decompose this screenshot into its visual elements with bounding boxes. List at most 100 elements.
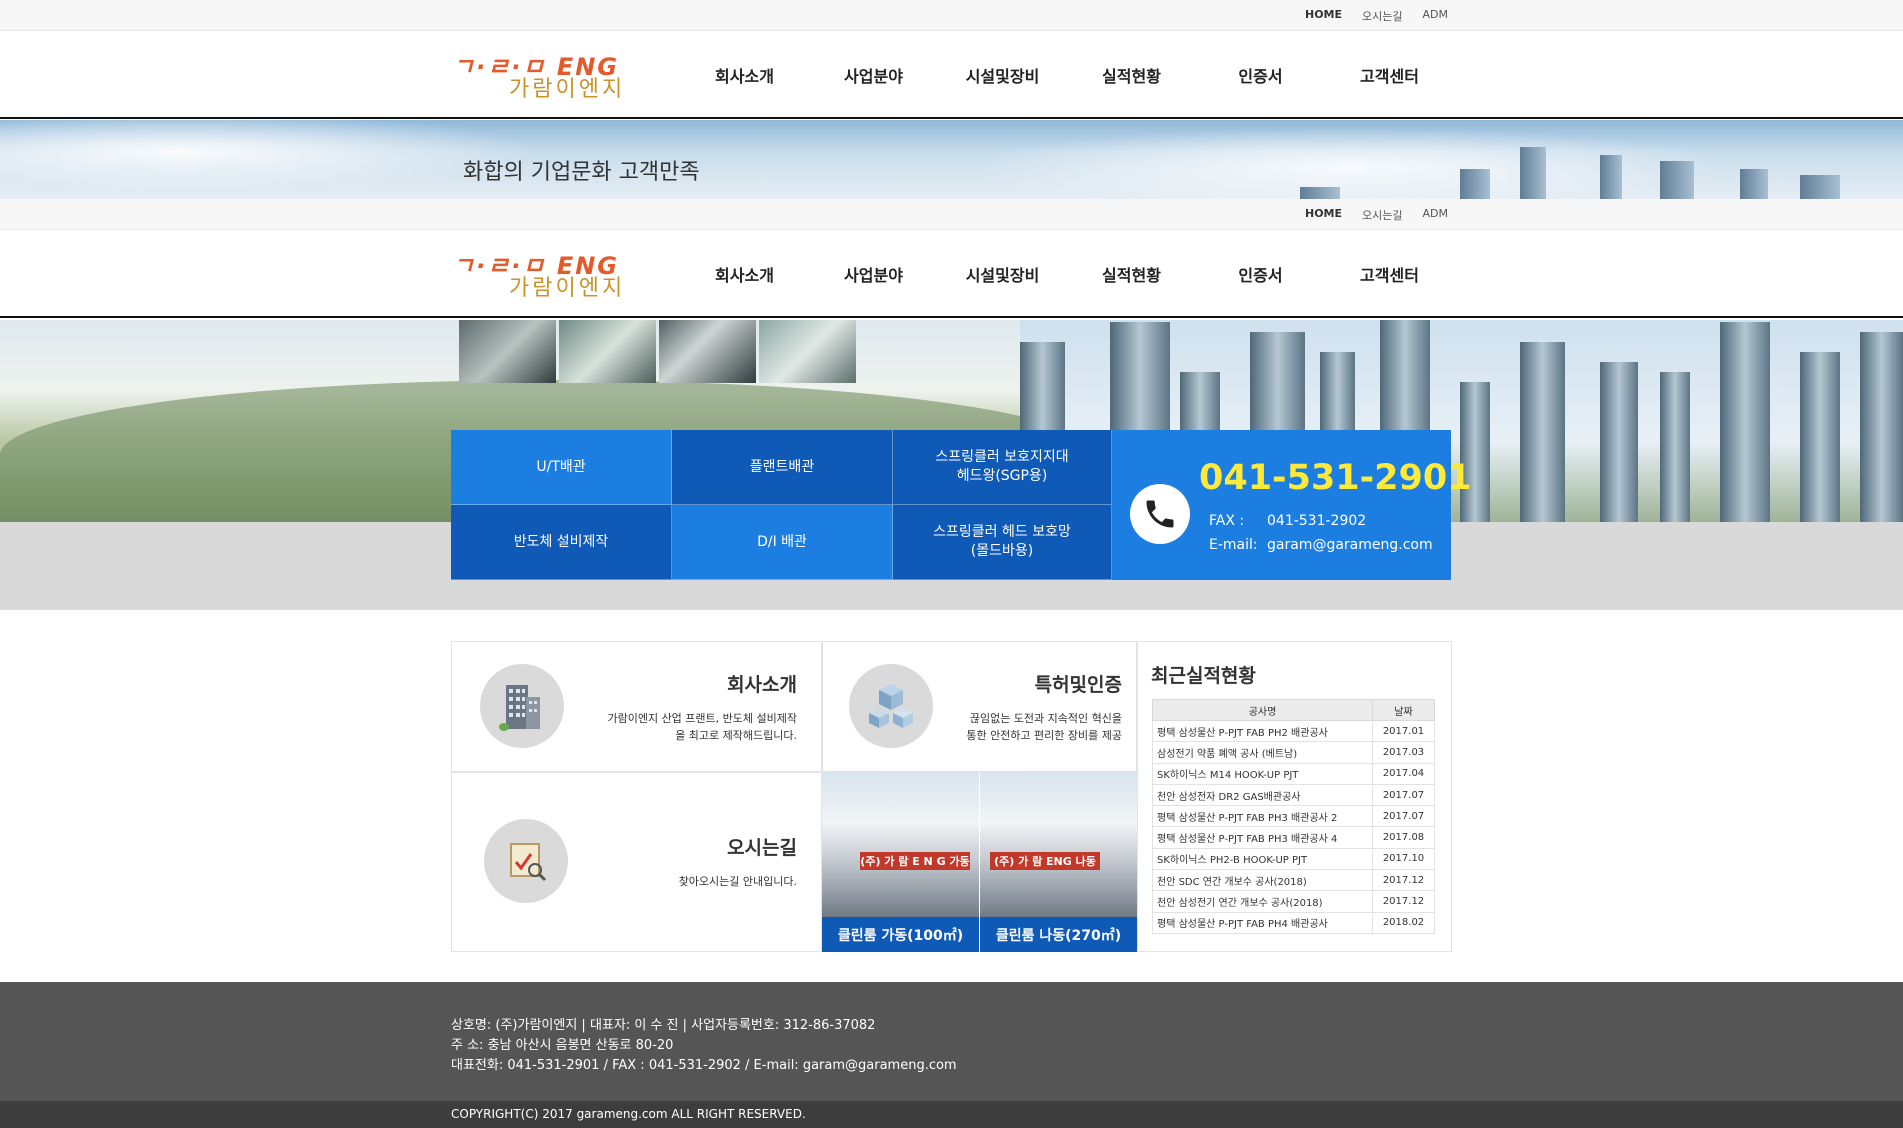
- recent-project-cell: 평택 삼성물산 P-PJT FAB PH4 배관공사: [1152, 911, 1373, 934]
- cleanroom-b-photo: [980, 772, 1137, 917]
- cleanroom-a-sign: (주) 가 람 E N G 가동: [860, 852, 970, 870]
- company-desc: 가람이엔지 산업 프랜트, 반도체 설비제작 을 최고로 제작해드립니다.: [607, 710, 797, 744]
- company-title: 회사소개: [727, 674, 797, 696]
- recent-date-cell: 2017.10: [1372, 847, 1435, 871]
- directions-panel[interactable]: 오시는길 찾아오시는길 안내입니다.: [451, 772, 822, 952]
- nav-item-performance[interactable]: 실적현황: [1067, 31, 1196, 119]
- quick-menu-di-piping[interactable]: D/I 배관: [672, 505, 893, 580]
- company-panel[interactable]: 회사소개 가람이엔지 산업 프랜트, 반도체 설비제작 을 최고로 제작해드립니…: [451, 641, 822, 772]
- company-desc-line: 가람이엔지 산업 프랜트, 반도체 설비제작: [607, 712, 797, 725]
- directions-link[interactable]: 오시는길: [1362, 207, 1402, 223]
- cubes-icon: [849, 664, 933, 748]
- logo-kor-text: 가람이엔지: [509, 77, 626, 102]
- table-row[interactable]: 삼성전기 약품 폐액 공사 (베트남) 2017.03: [1152, 741, 1435, 764]
- banner-slogan: 화합의 기업문화 고객만족: [463, 160, 700, 185]
- adm-link[interactable]: ADM: [1423, 207, 1449, 223]
- recent-project-cell: 천안 SDC 연간 개보수 공사(2018): [1152, 869, 1373, 892]
- recent-project-cell: 평택 삼성물산 P-PJT FAB PH3 배관공사 4: [1152, 826, 1373, 849]
- nav-item-company[interactable]: 회사소개: [680, 31, 809, 119]
- phone-icon: [1130, 484, 1190, 544]
- directions-desc: 찾아오시는길 안내입니다.: [678, 875, 797, 888]
- facility-photo: [759, 320, 856, 383]
- table-row[interactable]: 천안 삼성전자 DR2 GAS배관공사 2017.07: [1152, 783, 1435, 807]
- nav-item-facilities[interactable]: 시설및장비: [938, 230, 1067, 318]
- table-row[interactable]: 천안 삼성전기 연간 개보수 공사(2018) 2017.12: [1152, 890, 1435, 913]
- facility-photo: [459, 320, 556, 383]
- logo-kor-text: 가람이엔지: [509, 276, 626, 301]
- contact-box: 041-531-2901 FAX : 041-531-2902 E-mail: ga…: [1112, 430, 1472, 580]
- home-link[interactable]: HOME: [1305, 8, 1342, 24]
- email-address[interactable]: garam@garameng.com: [1267, 537, 1433, 553]
- facility-photo-strip: [459, 320, 856, 383]
- recent-project-cell: SK하이닉스 PH2-B HOOK-UP PJT: [1152, 847, 1373, 871]
- recent-date-cell: 2017.08: [1372, 826, 1435, 849]
- footer-company-info: 상호명: (주)가람이엔지 | 대표자: 이 수 진 | 사업자등록번호: 31…: [451, 1018, 876, 1033]
- recent-title: 최근실적현황: [1151, 665, 1256, 687]
- nav-item-performance[interactable]: 실적현황: [1067, 230, 1196, 318]
- site-footer: 상호명: (주)가람이엔지 | 대표자: 이 수 진 | 사업자등록번호: 31…: [0, 982, 1903, 1101]
- patent-panel[interactable]: 특허및인증 끊임없는 도전과 지속적인 혁신을 통한 안전하고 편리한 장비를 …: [822, 641, 1137, 772]
- patent-desc: 끊임없는 도전과 지속적인 혁신을 통한 안전하고 편리한 장비를 제공: [966, 710, 1122, 744]
- quick-menu-sprinkler-guard[interactable]: 스프링클러 헤드 보호망 (몰드바용): [893, 505, 1112, 580]
- top-util-bar: HOME 오시는길 ADM: [0, 0, 1903, 31]
- nav-item-certificates[interactable]: 인증서: [1196, 31, 1325, 119]
- recent-date-cell: 2017.12: [1372, 890, 1435, 913]
- adm-link[interactable]: ADM: [1423, 8, 1449, 24]
- site-header: ㄱ·ㄹ·ㅁ ENG 가람이엔지 회사소개 사업분야 시설및장비 실적현황 인증서…: [0, 230, 1903, 318]
- patent-title: 특허및인증: [1034, 674, 1122, 696]
- table-row[interactable]: 평택 삼성물산 P-PJT FAB PH3 배관공사 2 2017.07: [1152, 805, 1435, 828]
- quick-menu-ut-piping[interactable]: U/T배관: [451, 430, 672, 505]
- copyright-text: COPYRIGHT(C) 2017 garameng.com ALL RIGHT…: [451, 1107, 806, 1121]
- table-row[interactable]: SK하이닉스 PH2-B HOOK-UP PJT 2017.10: [1152, 847, 1435, 871]
- top-util-bar: HOME 오시는길 ADM: [0, 199, 1903, 230]
- email-line: E-mail: garam@garameng.com: [1209, 537, 1433, 553]
- recent-project-cell: 평택 삼성물산 P-PJT FAB PH2 배관공사: [1152, 719, 1373, 743]
- email-label: E-mail:: [1209, 537, 1258, 553]
- nav-item-facilities[interactable]: 시설및장비: [938, 31, 1067, 119]
- nav-item-business[interactable]: 사업분야: [809, 230, 938, 318]
- recent-project-cell: 천안 삼성전자 DR2 GAS배관공사: [1152, 783, 1373, 807]
- map-icon: [484, 819, 568, 903]
- quick-menu: U/T배관 플랜트배관 스프링클러 보호지지대 헤드왕(SGP용) 반도체 설비…: [451, 430, 1112, 580]
- site-logo[interactable]: ㄱ·ㄹ·ㅁ ENG 가람이엔지: [452, 246, 667, 302]
- nav-item-customer-center[interactable]: 고객센터: [1325, 31, 1454, 119]
- main-nav: 회사소개 사업분야 시설및장비 실적현황 인증서 고객센터: [680, 230, 1454, 318]
- nav-item-company[interactable]: 회사소개: [680, 230, 809, 318]
- directions-title: 오시는길: [727, 837, 797, 859]
- quick-menu-semiconductor[interactable]: 반도체 설비제작: [451, 505, 672, 580]
- nav-item-customer-center[interactable]: 고객센터: [1325, 230, 1454, 318]
- nav-item-certificates[interactable]: 인증서: [1196, 230, 1325, 318]
- recent-project-cell: 천안 삼성전기 연간 개보수 공사(2018): [1152, 890, 1373, 913]
- recent-project-cell: 평택 삼성물산 P-PJT FAB PH3 배관공사 2: [1152, 805, 1373, 828]
- cleanroom-a-card[interactable]: (주) 가 람 E N G 가동 클린룸 가동(100㎡): [822, 772, 979, 952]
- facility-photo: [659, 320, 756, 383]
- recent-project-cell: SK하이닉스 M14 HOOK-UP PJT: [1152, 762, 1373, 785]
- table-row[interactable]: 평택 삼성물산 P-PJT FAB PH3 배관공사 4 2017.08: [1152, 826, 1435, 849]
- table-row[interactable]: 평택 삼성물산 P-PJT FAB PH2 배관공사 2017.01: [1152, 719, 1435, 743]
- recent-date-cell: 2018.02: [1372, 911, 1435, 934]
- table-row[interactable]: 천안 SDC 연간 개보수 공사(2018) 2017.12: [1152, 869, 1435, 892]
- recent-date-cell: 2017.07: [1372, 783, 1435, 807]
- recent-date-cell: 2017.04: [1372, 762, 1435, 785]
- table-row[interactable]: SK하이닉스 M14 HOOK-UP PJT 2017.04: [1152, 762, 1435, 785]
- recent-date-cell: 2017.07: [1372, 805, 1435, 828]
- building-icon: [480, 664, 564, 748]
- cleanroom-a-photo: [822, 772, 979, 917]
- sub-banner: 화합의 기업문화 고객만족: [0, 120, 1903, 199]
- cleanroom-a-caption: 클린룸 가동(100㎡): [822, 917, 979, 952]
- facility-photo: [559, 320, 656, 383]
- home-link[interactable]: HOME: [1305, 207, 1342, 223]
- cleanroom-b-card[interactable]: (주) 가 람 ENG 나동 클린룸 나동(270㎡): [980, 772, 1137, 952]
- recent-date-cell: 2017.01: [1372, 719, 1435, 743]
- directions-link[interactable]: 오시는길: [1362, 8, 1402, 24]
- nav-item-business[interactable]: 사업분야: [809, 31, 938, 119]
- site-logo[interactable]: ㄱ·ㄹ·ㅁ ENG 가람이엔지: [452, 47, 667, 103]
- recent-date-cell: 2017.03: [1372, 741, 1435, 764]
- quick-menu-sprinkler-support[interactable]: 스프링클러 보호지지대 헤드왕(SGP용): [893, 430, 1112, 505]
- company-desc-line: 을 최고로 제작해드립니다.: [675, 729, 797, 742]
- main-nav: 회사소개 사업분야 시설및장비 실적현황 인증서 고객센터: [680, 31, 1454, 119]
- patent-desc-line: 통한 안전하고 편리한 장비를 제공: [966, 729, 1122, 742]
- table-row[interactable]: 평택 삼성물산 P-PJT FAB PH4 배관공사 2018.02: [1152, 911, 1435, 934]
- phone-number: 041-531-2901: [1199, 458, 1472, 498]
- quick-menu-plant-piping[interactable]: 플랜트배관: [672, 430, 893, 505]
